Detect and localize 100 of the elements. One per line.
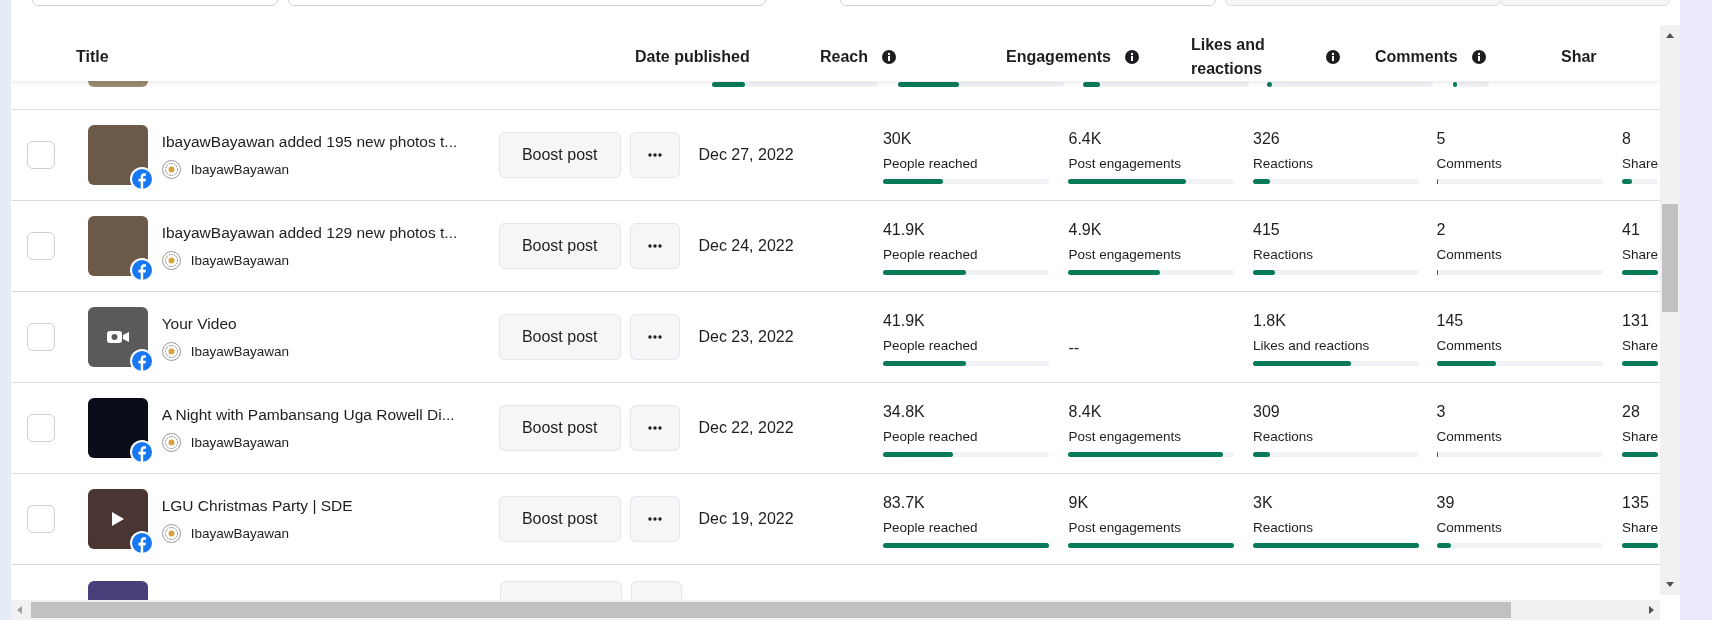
metric-value: -- xyxy=(1068,338,1081,358)
metric-label: Share xyxy=(1622,155,1660,173)
metric-value: 83.7K xyxy=(882,493,926,513)
metric-label: Share xyxy=(1622,519,1660,537)
more-icon xyxy=(648,517,662,521)
page-avatar-icon xyxy=(161,251,181,271)
facebook-badge-icon xyxy=(129,167,154,191)
boost-post-button[interactable] xyxy=(500,581,622,600)
page-name[interactable]: IbayawBayawan xyxy=(190,159,289,180)
post-title[interactable]: Your Video xyxy=(161,312,499,336)
scroll-up-icon[interactable] xyxy=(1666,33,1674,38)
boost-post-button[interactable]: Boost post xyxy=(498,405,621,451)
info-icon[interactable] xyxy=(1471,50,1486,64)
boost-post-button[interactable]: Boost post xyxy=(498,132,621,178)
checkbox[interactable] xyxy=(27,414,55,442)
metric-value: 415 xyxy=(1253,220,1281,240)
page-name[interactable]: IbayawBayawan xyxy=(190,250,289,271)
metric-label: Post engagements xyxy=(1068,519,1183,537)
metric-value: 28 xyxy=(1622,402,1641,422)
metric-value: 8.4K xyxy=(1068,402,1103,422)
facebook-badge-icon xyxy=(129,349,154,373)
boost-post-button[interactable]: Boost post xyxy=(498,496,621,542)
checkbox[interactable] xyxy=(27,505,55,533)
facebook-badge-icon xyxy=(129,258,154,282)
boost-post-button[interactable]: Boost post xyxy=(498,223,621,269)
column-header[interactable]: Shar xyxy=(1561,45,1597,69)
metric-value: 4.9K xyxy=(1068,220,1103,240)
page-avatar-icon xyxy=(161,342,181,362)
more-icon xyxy=(648,335,662,339)
metric-label: Reactions xyxy=(1253,519,1315,537)
scroll-right-icon[interactable] xyxy=(1649,606,1654,614)
date-published: Dec 19, 2022 xyxy=(698,510,794,527)
scroll-left-icon[interactable] xyxy=(17,606,22,614)
post-title[interactable]: IbayawBayawan added 129 new photos t... xyxy=(161,221,499,245)
metric-value: 30K xyxy=(882,129,913,149)
photo-placeholder xyxy=(87,216,148,276)
post-title[interactable]: A Night with Pambansang Uga Rowell Di... xyxy=(161,403,499,427)
facebook-badge-icon xyxy=(129,440,154,464)
more-button[interactable] xyxy=(631,581,682,600)
metric-value: 8 xyxy=(1622,129,1632,149)
metric-value: 41.9K xyxy=(882,311,926,331)
boost-post-button[interactable]: Boost post xyxy=(498,314,621,360)
more-icon xyxy=(648,244,662,248)
metric-value: 326 xyxy=(1253,129,1281,149)
metric-value: 131 xyxy=(1622,311,1650,331)
photo-placeholder xyxy=(87,125,148,185)
metric-label: People reached xyxy=(882,519,979,537)
more-icon xyxy=(648,426,662,430)
column-header[interactable]: Title xyxy=(76,45,109,69)
metric-value: 2 xyxy=(1436,220,1447,240)
post-title[interactable]: IbayawBayawan added 195 new photos t... xyxy=(161,130,499,154)
metric-value: 9K xyxy=(1068,493,1090,513)
page-avatar-icon xyxy=(161,433,181,453)
column-header[interactable]: Reach xyxy=(820,45,869,69)
metric-label: Post engagements xyxy=(1068,155,1183,173)
more-button[interactable] xyxy=(629,405,681,451)
metric-label: Share xyxy=(1622,246,1660,264)
video-camera-icon xyxy=(106,330,129,344)
post-title[interactable]: LGU Christmas Party | SDE xyxy=(161,494,499,518)
checkbox[interactable] xyxy=(27,323,55,351)
info-icon[interactable] xyxy=(882,50,897,64)
page-name[interactable]: IbayawBayawan xyxy=(190,523,289,544)
metric-value: 41.9K xyxy=(882,220,926,240)
page-avatar-icon xyxy=(161,160,181,180)
metric-value: 3K xyxy=(1253,493,1274,513)
date-published: Dec 22, 2022 xyxy=(698,419,794,436)
info-icon[interactable] xyxy=(1124,50,1139,64)
more-button[interactable] xyxy=(629,314,681,360)
page-name[interactable]: IbayawBayawan xyxy=(190,432,289,453)
metric-label: Reactions xyxy=(1253,428,1315,446)
column-header[interactable]: Engagements xyxy=(1006,45,1111,69)
metric-label: People reached xyxy=(882,246,979,264)
metric-label: Post engagements xyxy=(1068,428,1183,446)
info-icon[interactable] xyxy=(1326,50,1340,64)
date-published: Dec 23, 2022 xyxy=(698,328,794,345)
scrollbar-thumb[interactable] xyxy=(31,602,1511,618)
checkbox[interactable] xyxy=(27,141,55,169)
more-button[interactable] xyxy=(629,496,681,542)
metric-value: 135 xyxy=(1622,493,1650,513)
scroll-down-icon[interactable] xyxy=(1666,582,1674,587)
column-header[interactable]: Likes and reactions xyxy=(1191,33,1291,81)
column-header[interactable]: Date published xyxy=(635,45,750,69)
metric-label: Comments xyxy=(1436,519,1503,537)
metric-value: 309 xyxy=(1253,402,1281,422)
vertical-scrollbar[interactable] xyxy=(1660,25,1680,595)
metric-value: 1.8K xyxy=(1253,311,1287,331)
horizontal-scrollbar[interactable] xyxy=(11,600,1660,620)
metric-label: People reached xyxy=(882,337,979,355)
more-button[interactable] xyxy=(629,223,681,269)
page-avatar-icon xyxy=(161,524,181,544)
more-icon xyxy=(648,153,662,157)
checkbox[interactable] xyxy=(27,232,55,260)
metric-label: Reactions xyxy=(1253,155,1315,173)
metric-label: Comments xyxy=(1436,337,1503,355)
more-button[interactable] xyxy=(629,132,681,178)
column-header[interactable]: Comments xyxy=(1375,45,1458,69)
metric-label: Post engagements xyxy=(1068,246,1183,264)
metric-value: 34.8K xyxy=(882,402,926,422)
page-name[interactable]: IbayawBayawan xyxy=(190,341,289,362)
scrollbar-thumb[interactable] xyxy=(1662,204,1678,312)
